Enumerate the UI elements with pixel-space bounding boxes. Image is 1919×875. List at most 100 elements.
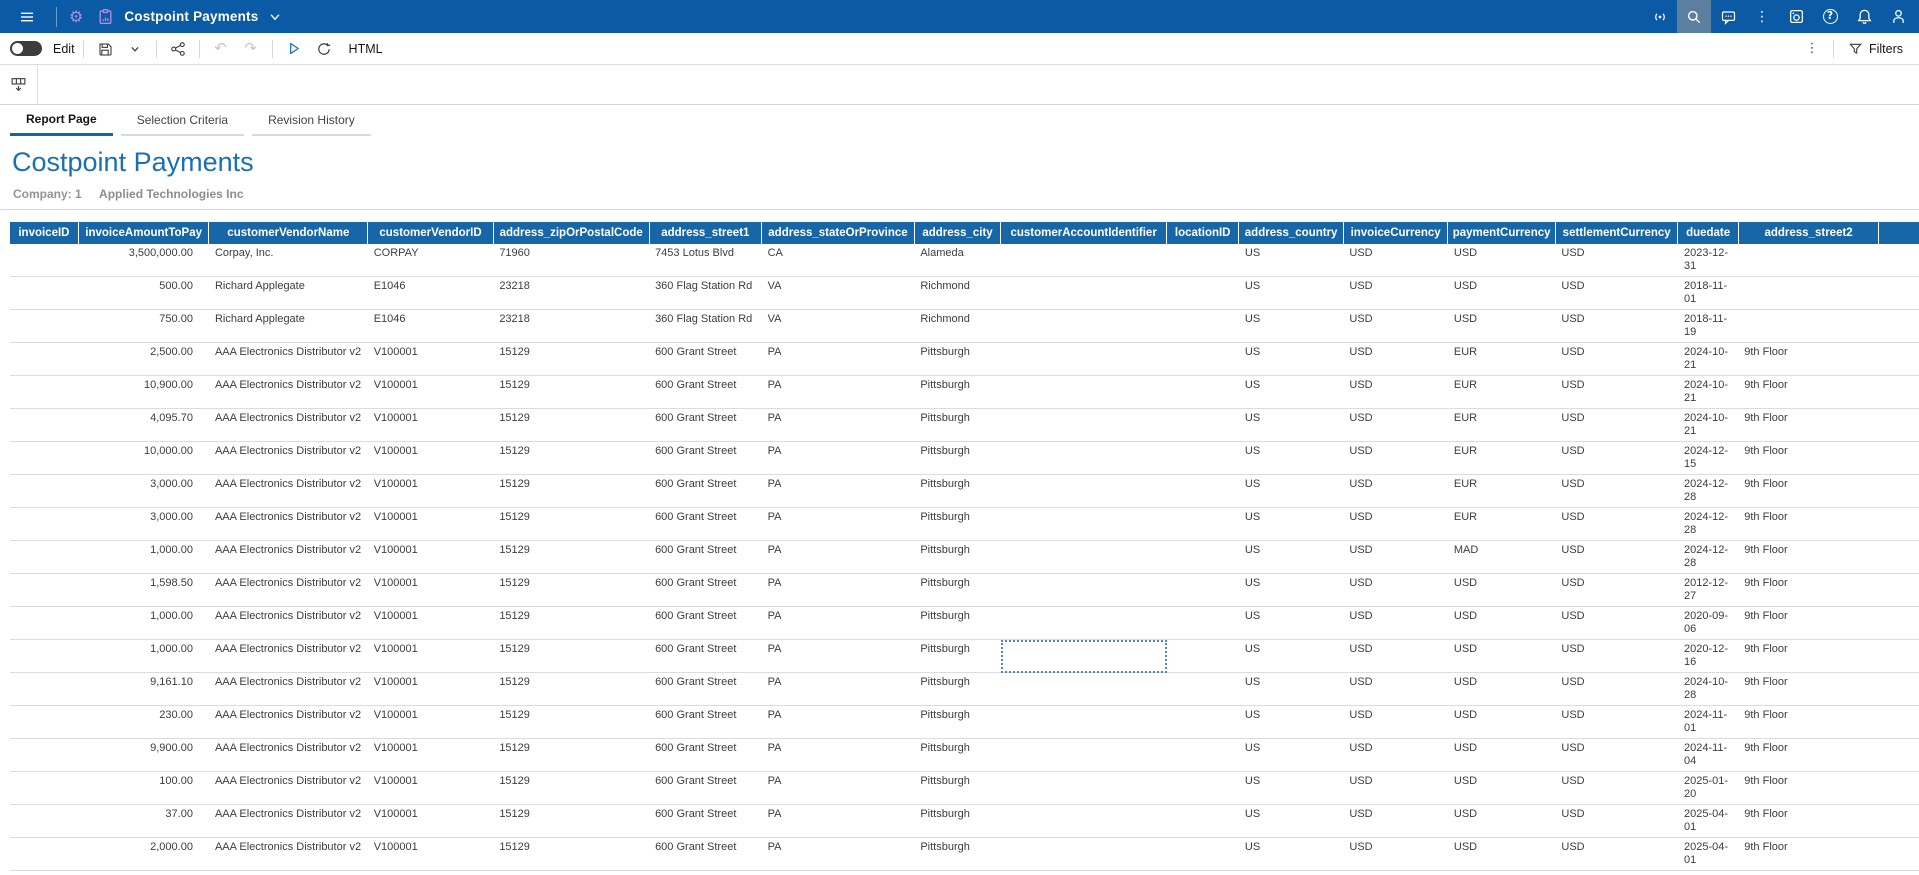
cell-address_street2[interactable]: 9th Floor	[1738, 673, 1879, 706]
cell-address_street1[interactable]: 600 Grant Street	[649, 607, 762, 640]
cell-address_zipOrPostalCode[interactable]: 15129	[493, 409, 649, 442]
cell-invoiceCurrency[interactable]: USD	[1343, 739, 1448, 772]
cell-address_street1[interactable]: 600 Grant Street	[649, 640, 762, 673]
cell-customerVendorName[interactable]: AAA Electronics Distributor v2	[209, 574, 368, 607]
cell-invoiceID[interactable]	[10, 310, 78, 343]
cell-address_country[interactable]: US	[1239, 673, 1344, 706]
cell-paymentCurrency[interactable]: MAD	[1448, 541, 1556, 574]
cell-paymentCurrency[interactable]: USD	[1448, 607, 1556, 640]
cell-locationID[interactable]	[1167, 475, 1239, 508]
cell-customerAccountIdentifier[interactable]	[1001, 442, 1167, 475]
cell-duedate[interactable]: 2024-10-28	[1678, 673, 1738, 706]
cell-address_s[interactable]	[1879, 343, 1919, 376]
cell-address_street1[interactable]: 360 Flag Station Rd	[649, 310, 762, 343]
cell-duedate[interactable]: 2023-12-31	[1678, 244, 1738, 277]
cell-invoiceCurrency[interactable]: USD	[1343, 310, 1448, 343]
cell-paymentCurrency[interactable]: USD	[1448, 871, 1556, 875]
cell-duedate[interactable]: 2012-12-27	[1678, 574, 1738, 607]
share-button[interactable]	[165, 36, 191, 62]
column-header-invoiceID[interactable]: invoiceID	[10, 222, 78, 244]
cell-invoiceID[interactable]	[10, 574, 78, 607]
edit-toggle[interactable]	[10, 41, 42, 56]
column-header-customerAccountIdentifier[interactable]: customerAccountIdentifier	[1001, 222, 1167, 244]
cell-customerAccountIdentifier[interactable]	[1001, 673, 1167, 706]
cell-address_street2[interactable]: 9th Floor	[1738, 772, 1879, 805]
cell-locationID[interactable]	[1167, 706, 1239, 739]
cell-address_zipOrPostalCode[interactable]: 15129	[493, 838, 649, 871]
cell-invoiceAmountToPay[interactable]: 230.00	[78, 706, 209, 739]
cell-customerVendorName[interactable]: AAA Electronics Distributor v2	[209, 508, 368, 541]
cell-paymentCurrency[interactable]: EUR	[1448, 409, 1556, 442]
cell-address_s[interactable]	[1879, 838, 1919, 871]
cell-customerVendorID[interactable]: V100001	[368, 574, 494, 607]
toolbar-more-icon[interactable]: ⋮	[1799, 36, 1825, 62]
cell-customerAccountIdentifier[interactable]	[1001, 475, 1167, 508]
cell-address_stateOrProvince[interactable]: PA	[762, 706, 915, 739]
cell-invoiceCurrency[interactable]: USD	[1343, 244, 1448, 277]
cell-address_stateOrProvince[interactable]: VA	[762, 277, 915, 310]
column-header-address_s[interactable]: address_s	[1879, 222, 1919, 244]
cell-customerVendorName[interactable]: AAA Electronics Distributor v2	[209, 607, 368, 640]
user-account-icon[interactable]	[1881, 0, 1915, 33]
cell-address_street2[interactable]: 9th Floor	[1738, 475, 1879, 508]
cell-address_stateOrProvince[interactable]: PA	[762, 442, 915, 475]
cell-address_country[interactable]: US	[1239, 640, 1344, 673]
cell-duedate[interactable]: 2020-12-16	[1678, 640, 1738, 673]
cell-customerVendorID[interactable]: E1046	[368, 310, 494, 343]
cell-address_city[interactable]: Pittsburgh	[914, 541, 1000, 574]
column-header-invoiceAmountToPay[interactable]: invoiceAmountToPay	[78, 222, 209, 244]
cell-address_s[interactable]	[1879, 673, 1919, 706]
cell-invoiceAmountToPay[interactable]: 500.00	[78, 277, 209, 310]
cell-customerVendorName[interactable]: AAA Electronics Distributor v2	[209, 772, 368, 805]
cell-customerVendorName[interactable]: AAA Electronics Distributor v2	[209, 442, 368, 475]
cell-customerAccountIdentifier[interactable]	[1001, 541, 1167, 574]
cell-customerVendorName[interactable]: AAA Electronics Distributor v2	[209, 376, 368, 409]
cell-address_zipOrPostalCode[interactable]: 23218	[493, 310, 649, 343]
cell-address_zipOrPostalCode[interactable]: 15129	[493, 739, 649, 772]
notifications-bell-icon[interactable]	[1847, 0, 1881, 33]
cell-customerVendorID[interactable]: V100001	[368, 376, 494, 409]
cell-address_s[interactable]	[1879, 541, 1919, 574]
cell-address_street1[interactable]: 600 Grant Street	[649, 706, 762, 739]
cell-customerVendorName[interactable]: Corpay, Inc.	[209, 244, 368, 277]
cell-address_stateOrProvince[interactable]: PA	[762, 739, 915, 772]
cell-address_street1[interactable]: 600 Grant Street	[649, 673, 762, 706]
cell-invoiceCurrency[interactable]: USD	[1343, 508, 1448, 541]
cell-settlementCurrency[interactable]: USD	[1555, 277, 1678, 310]
cell-customerVendorName[interactable]: AAA Electronics Distributor v2	[209, 706, 368, 739]
cell-duedate[interactable]: 2025-01-20	[1678, 772, 1738, 805]
cell-locationID[interactable]	[1167, 310, 1239, 343]
column-header-paymentCurrency[interactable]: paymentCurrency	[1448, 222, 1556, 244]
cell-address_city[interactable]: Pittsburgh	[914, 475, 1000, 508]
cell-customerVendorID[interactable]: V100001	[368, 673, 494, 706]
cell-address_zipOrPostalCode[interactable]: 15129	[493, 871, 649, 875]
cell-address_street2[interactable]: 9th Floor	[1738, 442, 1879, 475]
column-header-address_zipOrPostalCode[interactable]: address_zipOrPostalCode	[493, 222, 649, 244]
cell-address_zipOrPostalCode[interactable]: 15129	[493, 706, 649, 739]
cell-address_street1[interactable]: 600 Grant Street	[649, 442, 762, 475]
cell-address_s[interactable]	[1879, 277, 1919, 310]
cell-invoiceCurrency[interactable]: USD	[1343, 838, 1448, 871]
cell-duedate[interactable]: 2024-11-01	[1678, 706, 1738, 739]
cell-invoiceID[interactable]	[10, 805, 78, 838]
cell-address_stateOrProvince[interactable]: PA	[762, 409, 915, 442]
cell-address_stateOrProvince[interactable]: PA	[762, 640, 915, 673]
cell-invoiceID[interactable]	[10, 244, 78, 277]
cell-address_stateOrProvince[interactable]: PA	[762, 343, 915, 376]
cell-address_zipOrPostalCode[interactable]: 15129	[493, 607, 649, 640]
cell-address_s[interactable]	[1879, 640, 1919, 673]
cell-address_street1[interactable]: 600 Grant Street	[649, 574, 762, 607]
comments-icon[interactable]	[1711, 0, 1745, 33]
cell-customerVendorID[interactable]: V100001	[368, 475, 494, 508]
cell-customerVendorID[interactable]: V100001	[368, 640, 494, 673]
cell-settlementCurrency[interactable]: USD	[1555, 838, 1678, 871]
cell-address_city[interactable]: Pittsburgh	[914, 772, 1000, 805]
cell-invoiceCurrency[interactable]: USD	[1343, 376, 1448, 409]
cell-customerVendorID[interactable]: CORPAY	[368, 244, 494, 277]
cell-invoiceCurrency[interactable]: USD	[1343, 574, 1448, 607]
cell-customerAccountIdentifier[interactable]	[1001, 277, 1167, 310]
cell-invoiceID[interactable]	[10, 541, 78, 574]
cell-duedate[interactable]: 2018-11-19	[1678, 310, 1738, 343]
cell-address_city[interactable]: Richmond	[914, 277, 1000, 310]
cell-customerVendorName[interactable]: AAA Electronics Distributor v2	[209, 805, 368, 838]
